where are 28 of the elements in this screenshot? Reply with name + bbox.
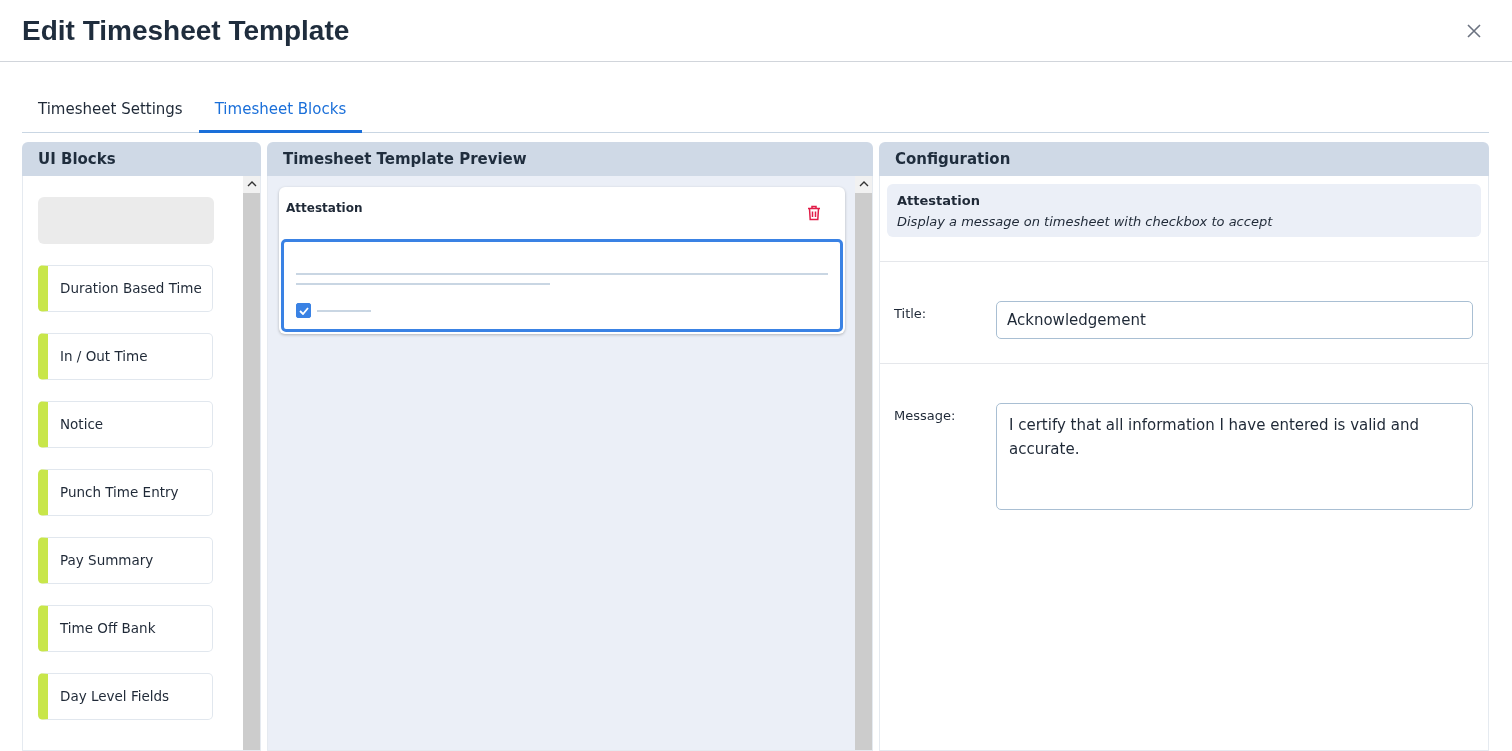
close-icon[interactable] (1466, 22, 1482, 39)
tab[interactable]: Timesheet Settings (22, 86, 199, 133)
dialog-title: Edit Timesheet Template (22, 14, 350, 47)
field-label: Title: (894, 305, 928, 321)
tab[interactable]: Timesheet Blocks (198, 86, 363, 133)
block-item[interactable]: Notice (38, 401, 213, 448)
panel-header: Timesheet Template Preview (267, 142, 873, 176)
block-item[interactable]: Punch Time Entry (38, 469, 213, 516)
panel-header: Configuration (879, 142, 1489, 176)
block-item[interactable]: Duration Based Time (38, 265, 213, 312)
block-item[interactable]: In / Out Time (38, 333, 213, 380)
chevron-up-icon[interactable] (246, 180, 257, 188)
block-preview[interactable] (281, 239, 843, 332)
block-item[interactable]: Pay Summary (38, 537, 213, 584)
trash-icon[interactable] (807, 205, 821, 221)
scrollbar[interactable] (243, 176, 260, 750)
panel-header: UI Blocks (22, 142, 261, 176)
message-field[interactable]: I certify that all information I have entered is valid and accurate. (996, 403, 1473, 510)
block-description: Display a message on timesheet with checkbox to accept (897, 214, 1274, 229)
checkbox[interactable] (296, 303, 311, 318)
chevron-up-icon[interactable] (858, 180, 869, 188)
title-field[interactable]: Acknowledgement (996, 301, 1473, 339)
block-name: Attestation (897, 193, 981, 208)
scrollbar[interactable] (855, 176, 872, 750)
field-label: Message: (894, 407, 957, 423)
block-title: Attestation (286, 201, 363, 215)
block-item[interactable]: Day Level Fields (38, 673, 213, 720)
block-item[interactable]: Time Off Bank (38, 605, 213, 652)
